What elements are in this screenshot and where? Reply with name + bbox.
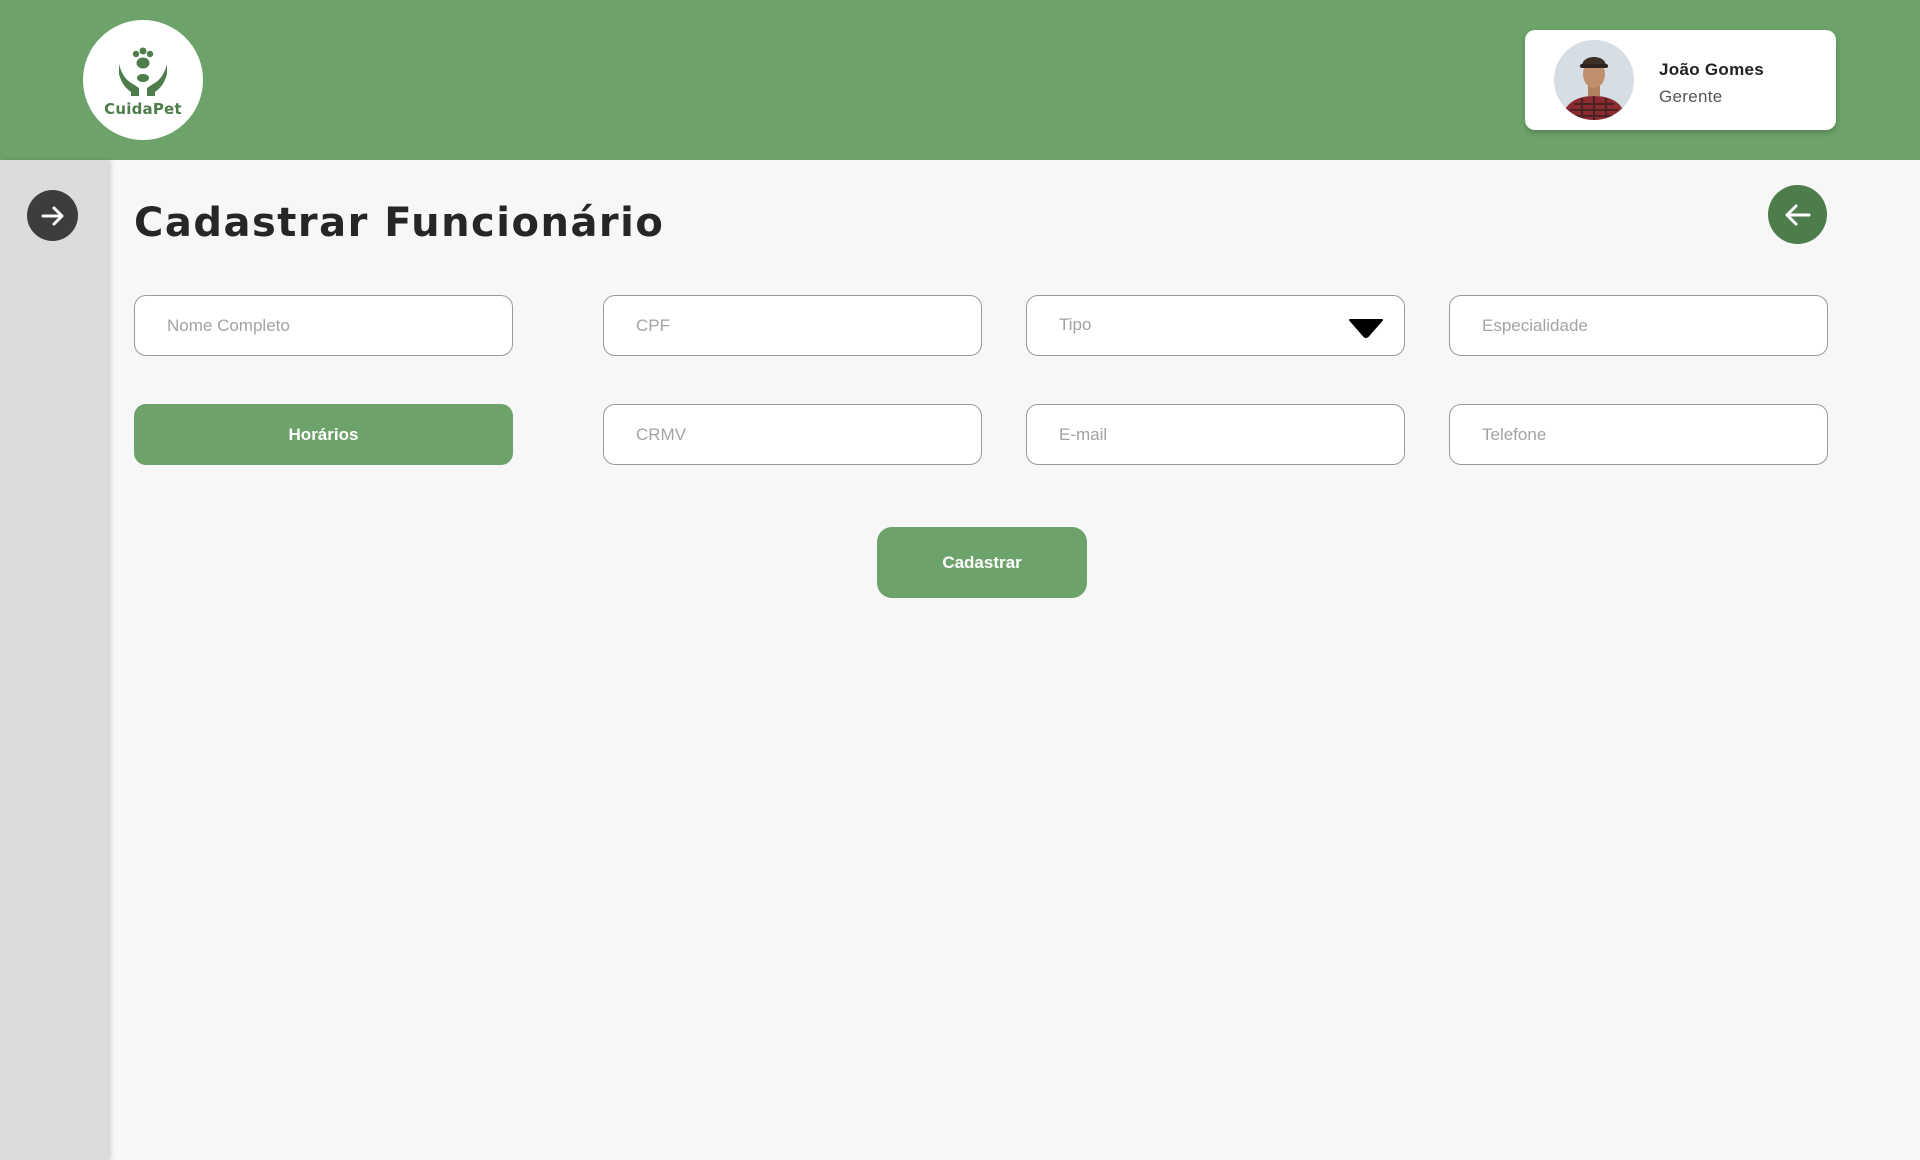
app-logo[interactable]: CuidaPet bbox=[83, 20, 203, 140]
tipo-select-value: Tipo bbox=[1059, 315, 1092, 334]
logo-text: CuidaPet bbox=[104, 100, 182, 118]
email-field[interactable] bbox=[1026, 404, 1405, 465]
arrow-left-icon bbox=[1785, 204, 1810, 225]
tipo-select[interactable]: Tipo bbox=[1026, 295, 1405, 356]
top-header: CuidaPet João Gomes Gerente bbox=[0, 0, 1920, 160]
chevron-down-icon bbox=[1349, 319, 1383, 338]
back-button[interactable] bbox=[1768, 185, 1827, 244]
arrow-right-icon bbox=[41, 206, 63, 225]
sidebar bbox=[0, 160, 108, 1160]
user-role: Gerente bbox=[1659, 87, 1723, 106]
sidebar-expand-button[interactable] bbox=[27, 190, 78, 241]
nome-completo-field[interactable] bbox=[134, 295, 513, 356]
page-title: Cadastrar Funcionário bbox=[134, 200, 665, 246]
crmv-field[interactable] bbox=[603, 404, 982, 465]
user-profile-card[interactable]: João Gomes Gerente bbox=[1525, 30, 1836, 130]
user-name: João Gomes bbox=[1659, 60, 1765, 79]
telefone-field[interactable] bbox=[1449, 404, 1828, 465]
cadastrar-button[interactable]: Cadastrar bbox=[877, 527, 1087, 598]
avatar bbox=[1554, 40, 1634, 120]
horarios-button[interactable]: Horários bbox=[134, 404, 513, 465]
cpf-field[interactable] bbox=[603, 295, 982, 356]
paw-hands-icon bbox=[119, 47, 167, 96]
especialidade-field[interactable] bbox=[1449, 295, 1828, 356]
